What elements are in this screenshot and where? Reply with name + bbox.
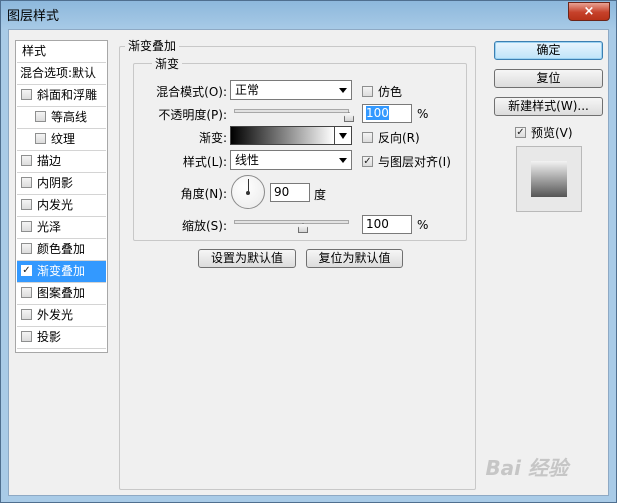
style-list-item[interactable]: 光泽 bbox=[17, 217, 106, 238]
style-list-item-label: 渐变叠加 bbox=[37, 264, 86, 278]
align-with-layer-checkbox[interactable]: 与图层对齐(I) bbox=[362, 153, 451, 170]
angle-dial[interactable] bbox=[231, 175, 265, 209]
checkbox-icon[interactable] bbox=[21, 221, 32, 232]
blend-mode-dropdown[interactable]: 正常 bbox=[230, 80, 352, 100]
checkbox-icon bbox=[362, 132, 373, 143]
reverse-label: 反向(R) bbox=[378, 131, 420, 145]
style-value: 线性 bbox=[235, 153, 260, 167]
opacity-unit: % bbox=[417, 107, 429, 121]
style-list-item[interactable]: 渐变叠加 bbox=[17, 261, 106, 282]
opacity-slider[interactable] bbox=[234, 109, 349, 113]
style-list-item[interactable]: 颜色叠加 bbox=[17, 239, 106, 260]
style-list-item[interactable]: 外发光 bbox=[17, 305, 106, 326]
style-list-item-label: 颜色叠加 bbox=[37, 242, 86, 256]
reset-to-default-button[interactable]: 复位为默认值 bbox=[306, 249, 403, 268]
scale-unit: % bbox=[417, 218, 429, 232]
scale-label: 缩放(S): bbox=[181, 219, 227, 233]
preview-checkbox[interactable]: 预览(V) bbox=[515, 124, 573, 141]
blend-mode-label: 混合模式(O): bbox=[156, 85, 227, 99]
checkbox-icon[interactable] bbox=[21, 243, 32, 254]
angle-label: 角度(N): bbox=[180, 187, 227, 201]
window-title: 图层样式 bbox=[7, 9, 60, 24]
style-list-item[interactable]: 斜面和浮雕 bbox=[17, 85, 106, 106]
checkbox-icon[interactable] bbox=[21, 309, 32, 320]
style-list-item[interactable]: 图案叠加 bbox=[17, 283, 106, 304]
style-list-item[interactable]: 描边 bbox=[17, 151, 106, 172]
style-list-item-label: 纹理 bbox=[51, 132, 76, 146]
style-preview bbox=[516, 146, 582, 212]
checkbox-icon[interactable] bbox=[21, 331, 32, 342]
scale-slider[interactable] bbox=[234, 220, 349, 224]
new-style-button[interactable]: 新建样式(W)... bbox=[494, 97, 603, 116]
title-bar[interactable]: 图层样式 × bbox=[1, 1, 616, 29]
dither-label: 仿色 bbox=[378, 85, 403, 99]
preview-swatch bbox=[531, 161, 567, 197]
style-list-item-label: 内阴影 bbox=[37, 176, 74, 190]
angle-input[interactable]: 90 bbox=[270, 183, 310, 202]
style-list-item-label: 光泽 bbox=[37, 220, 62, 234]
style-dropdown[interactable]: 线性 bbox=[230, 150, 352, 170]
style-list-item[interactable]: 投影 bbox=[17, 327, 106, 348]
style-list-item-label: 等高线 bbox=[51, 110, 88, 124]
checkbox-icon[interactable] bbox=[21, 199, 32, 210]
checkbox-icon[interactable] bbox=[21, 265, 32, 276]
checkbox-icon[interactable] bbox=[21, 287, 32, 298]
reverse-checkbox[interactable]: 反向(R) bbox=[362, 129, 420, 146]
checkbox-icon[interactable] bbox=[21, 155, 32, 166]
gradient-label: 渐变: bbox=[198, 131, 227, 145]
blend-mode-value: 正常 bbox=[235, 83, 260, 97]
checkbox-icon[interactable] bbox=[35, 111, 46, 122]
watermark: Bai 经验 bbox=[485, 456, 568, 480]
make-default-button[interactable]: 设置为默认值 bbox=[198, 249, 296, 268]
style-list-item-label: 内发光 bbox=[37, 198, 74, 212]
style-label: 样式(L): bbox=[182, 155, 227, 169]
section-title: 渐变叠加 bbox=[125, 37, 180, 54]
chevron-down-icon bbox=[339, 88, 347, 93]
opacity-value: 100 bbox=[366, 106, 389, 120]
angle-value: 90 bbox=[274, 185, 290, 199]
dither-checkbox[interactable]: 仿色 bbox=[362, 83, 402, 100]
style-list-header[interactable]: 样式 bbox=[22, 41, 111, 62]
align-label: 与图层对齐(I) bbox=[378, 155, 451, 169]
style-list-item-label: 投影 bbox=[37, 330, 62, 344]
style-list-item-label: 外发光 bbox=[37, 308, 74, 322]
list-separator bbox=[17, 348, 106, 349]
opacity-label: 不透明度(P): bbox=[158, 108, 227, 122]
blending-options-item[interactable]: 混合选项:默认 bbox=[20, 63, 109, 84]
style-list-item[interactable]: 内发光 bbox=[17, 195, 106, 216]
reset-button[interactable]: 复位 bbox=[494, 69, 603, 88]
checkbox-icon[interactable] bbox=[21, 177, 32, 188]
checkbox-icon bbox=[362, 156, 373, 167]
angle-hub bbox=[246, 191, 250, 195]
checkbox-icon[interactable] bbox=[35, 133, 46, 144]
dialog-client-area: 样式 混合选项:默认 斜面和浮雕等高线纹理描边内阴影内发光光泽颜色叠加渐变叠加图… bbox=[8, 29, 609, 496]
chevron-down-icon bbox=[339, 158, 347, 163]
gradient-picker-chevron-icon[interactable] bbox=[334, 126, 352, 145]
style-list-item-label: 描边 bbox=[37, 154, 62, 168]
layer-style-dialog: 图层样式 × 样式 混合选项:默认 斜面和浮雕等高线纹理描边内阴影内发光光泽颜色… bbox=[0, 0, 617, 503]
opacity-input[interactable]: 100 bbox=[362, 104, 412, 123]
angle-unit: 度 bbox=[314, 188, 327, 202]
gradient-swatch[interactable] bbox=[230, 126, 335, 145]
style-list: 样式 混合选项:默认 斜面和浮雕等高线纹理描边内阴影内发光光泽颜色叠加渐变叠加图… bbox=[15, 40, 108, 353]
checkbox-icon bbox=[515, 127, 526, 138]
preview-label: 预览(V) bbox=[531, 126, 573, 140]
style-list-item[interactable]: 纹理 bbox=[17, 129, 106, 150]
scale-value: 100 bbox=[366, 217, 389, 231]
style-list-item[interactable]: 内阴影 bbox=[17, 173, 106, 194]
ok-button[interactable]: 确定 bbox=[494, 41, 603, 60]
style-list-item-label: 斜面和浮雕 bbox=[37, 88, 98, 102]
checkbox-icon bbox=[362, 86, 373, 97]
style-list-item-label: 图案叠加 bbox=[37, 286, 86, 300]
checkbox-icon[interactable] bbox=[21, 89, 32, 100]
scale-input[interactable]: 100 bbox=[362, 215, 412, 234]
style-list-item[interactable]: 等高线 bbox=[17, 107, 106, 128]
close-button[interactable]: × bbox=[568, 2, 610, 21]
gradient-group-title: 渐变 bbox=[152, 55, 183, 72]
